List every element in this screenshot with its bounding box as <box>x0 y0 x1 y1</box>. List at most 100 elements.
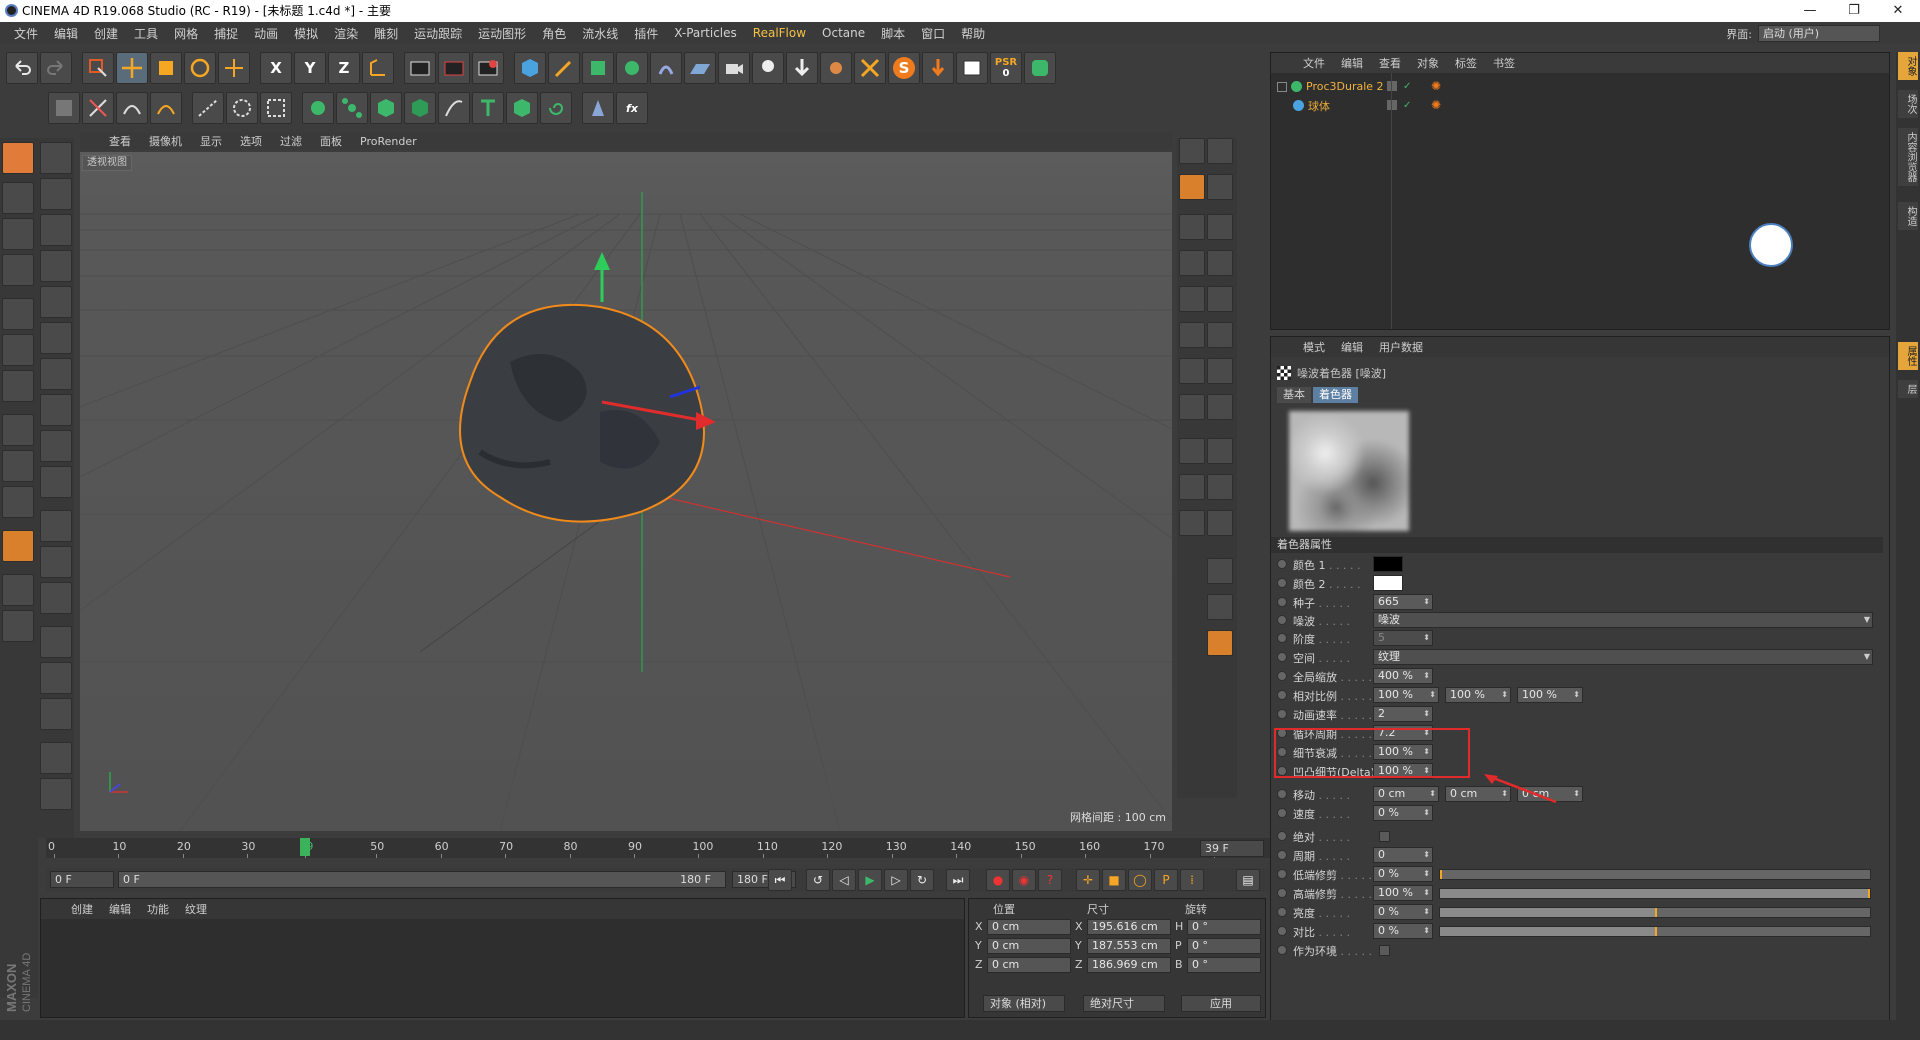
grid-spline-icon[interactable] <box>260 92 292 124</box>
viewport-menu-item[interactable]: 显示 <box>191 133 231 149</box>
material-menu-item[interactable]: 纹理 <box>177 901 215 917</box>
redo-button[interactable] <box>40 52 72 84</box>
cube-wire-icon[interactable] <box>1179 138 1205 164</box>
dropdown-field[interactable]: 纹理 ▼ <box>1373 649 1873 665</box>
color-swatch[interactable] <box>1373 575 1403 591</box>
menu-item[interactable]: 流水线 <box>574 25 626 42</box>
viewport-menu-item[interactable]: 摄像机 <box>140 133 191 149</box>
current-frame-field[interactable]: 39 F <box>1200 840 1264 857</box>
animate-dot-icon[interactable] <box>1277 633 1287 643</box>
stairs-icon[interactable] <box>1179 214 1205 240</box>
plane-icon[interactable] <box>1179 250 1205 276</box>
rotation-field[interactable]: 0 ° <box>1187 919 1261 935</box>
animate-dot-icon[interactable] <box>1277 831 1287 841</box>
symmetry-icon[interactable] <box>506 92 538 124</box>
key-param-icon[interactable]: P <box>1154 869 1178 891</box>
menu-item[interactable]: 窗口 <box>913 25 953 42</box>
cone-icon[interactable] <box>1207 286 1233 312</box>
rotation-field[interactable]: 0 ° <box>1187 957 1261 973</box>
sculpt-icon[interactable] <box>582 92 614 124</box>
scale-icon[interactable] <box>150 52 182 84</box>
spinner-icon[interactable]: ⬍ <box>1573 688 1580 702</box>
tweak-mode-icon[interactable] <box>2 450 34 482</box>
transform-icon[interactable] <box>218 52 250 84</box>
menu-item[interactable]: Octane <box>814 26 873 40</box>
brush-icon[interactable] <box>1179 174 1205 200</box>
key-scale-icon[interactable]: ■ <box>1102 869 1126 891</box>
rect-select-icon[interactable] <box>40 214 72 246</box>
visibility-icon[interactable] <box>1387 100 1397 110</box>
stitch-icon[interactable] <box>40 626 72 658</box>
number-field[interactable]: 100 % ⬍ <box>1445 687 1511 703</box>
menu-item[interactable]: 动画 <box>246 25 286 42</box>
spinner-icon[interactable]: ⬍ <box>1423 924 1430 938</box>
y-axis-button[interactable]: Y <box>294 52 326 84</box>
material-menu-item[interactable]: 创建 <box>63 901 101 917</box>
polygons-mode-icon[interactable] <box>2 370 34 402</box>
viewport-menu-item[interactable]: 面板 <box>311 133 351 149</box>
animate-dot-icon[interactable] <box>1277 926 1287 936</box>
sweep-icon[interactable] <box>438 92 470 124</box>
spinner-icon[interactable]: ⬍ <box>1423 848 1430 862</box>
layer-icon[interactable] <box>1207 138 1233 164</box>
s-logo-button[interactable]: S <box>888 52 920 84</box>
spinner-icon[interactable]: ⬍ <box>1423 905 1430 919</box>
polyhedron-icon[interactable] <box>1179 474 1205 500</box>
tab-shader[interactable]: 着色器 <box>1313 387 1358 403</box>
planar-workplane-icon[interactable] <box>2 610 34 642</box>
animate-dot-icon[interactable] <box>1277 907 1287 917</box>
edit-icon[interactable] <box>82 92 114 124</box>
floor-icon[interactable] <box>684 52 716 84</box>
value-slider[interactable] <box>1439 888 1871 899</box>
number-field[interactable]: 0 % ⬍ <box>1373 904 1433 920</box>
size-mode-dropdown[interactable]: 绝对尺寸 <box>1083 995 1165 1012</box>
loft-icon[interactable] <box>404 92 436 124</box>
spinner-icon[interactable]: ⬍ <box>1423 707 1430 721</box>
side-tab[interactable]: 层 <box>1898 380 1918 398</box>
cube-solid-icon[interactable] <box>1179 322 1205 348</box>
animate-dot-icon[interactable] <box>1277 690 1287 700</box>
weld-icon[interactable] <box>40 510 72 542</box>
object-menu-item[interactable]: 查看 <box>1371 55 1409 71</box>
attribute-menu-item[interactable]: 模式 <box>1295 339 1333 355</box>
expand-icon[interactable] <box>1277 81 1287 92</box>
number-field[interactable]: 0 cm ⬍ <box>1373 786 1439 802</box>
number-field[interactable]: 0 % ⬍ <box>1373 805 1433 821</box>
polygon-select-icon[interactable] <box>40 286 72 318</box>
spline-pen-icon[interactable] <box>192 92 224 124</box>
figure-icon[interactable] <box>1179 438 1205 464</box>
object-row[interactable]: 球体 ✓ ✺ <box>1271 96 1889 115</box>
pen-icon[interactable] <box>548 52 580 84</box>
coordinate-system-icon[interactable] <box>362 52 394 84</box>
spinner-icon[interactable]: ⬍ <box>1501 688 1508 702</box>
animate-dot-icon[interactable] <box>1277 597 1287 607</box>
help-icon[interactable] <box>40 142 72 174</box>
animate-dot-icon[interactable] <box>1277 808 1287 818</box>
maximize-button[interactable]: ❐ <box>1832 0 1876 22</box>
snap-icon[interactable] <box>2 530 34 562</box>
render-view-icon[interactable] <box>404 52 436 84</box>
side-tab[interactable]: 场次 <box>1898 90 1918 118</box>
nurbs-gear-icon[interactable] <box>302 92 334 124</box>
viewport-menu-item[interactable]: 查看 <box>100 133 140 149</box>
viewport[interactable]: 网格间距 : 100 cm <box>80 152 1172 831</box>
picture-icon[interactable] <box>956 52 988 84</box>
animate-dot-icon[interactable] <box>1277 559 1287 569</box>
texture-mode-icon[interactable] <box>2 218 34 250</box>
array-icon[interactable] <box>616 52 648 84</box>
menu-item[interactable]: 模拟 <box>286 25 326 42</box>
next-key-button[interactable]: ↻ <box>910 869 934 891</box>
box-icon[interactable] <box>1207 214 1233 240</box>
render-settings-icon[interactable] <box>472 52 504 84</box>
edges-mode-icon[interactable] <box>2 334 34 366</box>
tube-icon[interactable] <box>1207 322 1233 348</box>
side-tab[interactable]: 构造 <box>1898 202 1918 230</box>
xp-system-icon[interactable] <box>820 52 852 84</box>
position-field[interactable]: 0 cm <box>987 938 1071 954</box>
coordinate-tool-icon[interactable] <box>1207 594 1233 620</box>
dropdown-field[interactable]: 噪波 ▼ <box>1373 612 1873 628</box>
key-pla-icon[interactable]: ⁞ <box>1180 869 1204 891</box>
animate-dot-icon[interactable] <box>1277 578 1287 588</box>
menu-item[interactable]: 编辑 <box>46 25 86 42</box>
deformer-icon[interactable] <box>650 52 682 84</box>
